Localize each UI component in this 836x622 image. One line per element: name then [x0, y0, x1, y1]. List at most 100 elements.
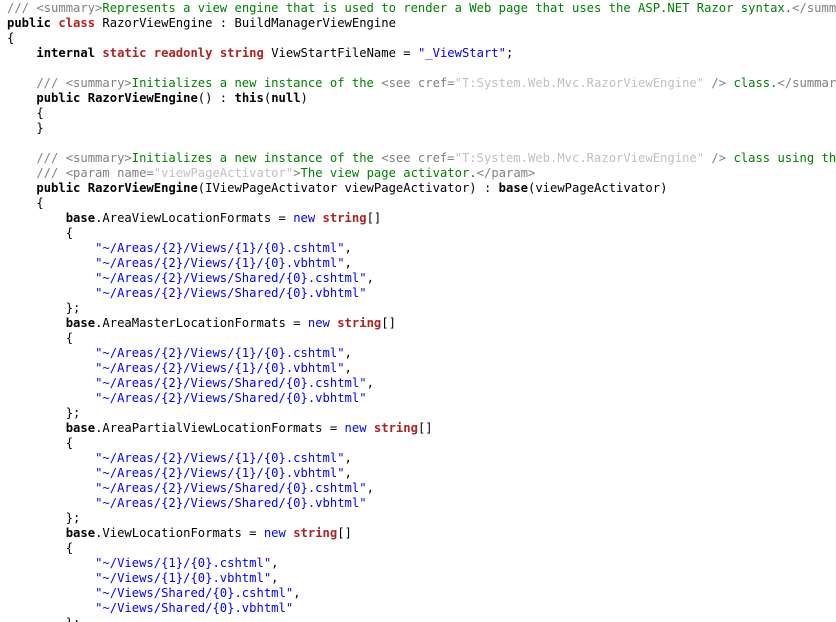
code-token: public — [7, 16, 59, 30]
code-token: new — [293, 211, 323, 225]
code-token: RazorViewEngine — [87, 181, 198, 195]
code-token: , — [271, 556, 279, 570]
code-token: , — [366, 376, 374, 390]
code-token: /> — [704, 151, 727, 165]
code-token: public — [36, 181, 88, 195]
code-line: "~/Areas/{2}/Views/Shared/{0}.vbhtml" — [7, 286, 836, 301]
code-token: { — [7, 436, 74, 450]
code-token: }; — [7, 301, 81, 315]
code-line: { — [7, 196, 836, 211]
code-token: [] — [417, 421, 433, 435]
code-line: base.AreaPartialViewLocationFormats = ne… — [7, 421, 836, 436]
code-token: "~/Areas/{2}/Views/{1}/{0}.vbhtml" — [95, 466, 345, 480]
code-token: <see cref= — [381, 76, 455, 90]
code-line: "~/Areas/{2}/Views/Shared/{0}.vbhtml" — [7, 496, 836, 511]
code-token: "~/Areas/{2}/Views/Shared/{0}.cshtml" — [95, 376, 367, 390]
code-token: Represents a view engine that is used to… — [102, 1, 793, 15]
code-token: } — [7, 121, 44, 135]
code-editor[interactable]: /// <summary>Represents a view engine th… — [0, 0, 836, 622]
code-token: "~/Views/{1}/{0}.vbhtml" — [95, 571, 272, 585]
code-line: base.AreaMasterLocationFormats = new str… — [7, 316, 836, 331]
code-token: string — [337, 316, 382, 330]
code-token: </summary> — [777, 76, 836, 90]
code-token: "~/Areas/{2}/Views/{1}/{0}.cshtml" — [95, 451, 345, 465]
code-token: , — [271, 571, 279, 585]
code-token: "~/Areas/{2}/Views/Shared/{0}.vbhtml" — [95, 496, 367, 510]
code-line: { — [7, 31, 836, 46]
code-token: string — [373, 421, 418, 435]
code-token: .AreaMasterLocationFormats = — [95, 316, 308, 330]
code-token: ViewStartFileName = — [271, 46, 418, 60]
code-token: }; — [7, 511, 81, 525]
code-token: null — [271, 91, 301, 105]
code-token: /// — [7, 151, 66, 165]
code-token: > — [293, 166, 301, 180]
code-token: "_ViewStart" — [417, 46, 506, 60]
code-line: "~/Areas/{2}/Views/Shared/{0}.cshtml", — [7, 481, 836, 496]
code-token: , — [344, 256, 352, 270]
code-token: "~/Areas/{2}/Views/{1}/{0}.cshtml" — [95, 241, 345, 255]
code-token: , — [293, 586, 301, 600]
code-token: Initializes a new instance of the — [131, 76, 382, 90]
code-line: { — [7, 436, 836, 451]
code-line: "~/Views/{1}/{0}.vbhtml", — [7, 571, 836, 586]
code-token: [] — [381, 316, 396, 330]
code-line: { — [7, 106, 836, 121]
code-token: class using the view — [733, 151, 836, 165]
code-line: public RazorViewEngine(IViewPageActivato… — [7, 181, 836, 196]
code-token: RazorViewEngine : BuildManagerViewEngine — [102, 16, 396, 30]
code-line: "~/Areas/{2}/Views/{1}/{0}.cshtml", — [7, 451, 836, 466]
code-token: [] — [337, 526, 352, 540]
code-token: (viewPageActivator) — [528, 181, 668, 195]
code-line: "~/Areas/{2}/Views/{1}/{0}.vbhtml", — [7, 361, 836, 376]
code-token: "~/Views/{1}/{0}.cshtml" — [95, 556, 272, 570]
code-line: { — [7, 331, 836, 346]
code-token: "~/Views/Shared/{0}.cshtml" — [95, 586, 294, 600]
code-line: /// <summary>Initializes a new instance … — [7, 76, 836, 91]
code-token: { — [7, 331, 74, 345]
code-line: }; — [7, 406, 836, 421]
code-token: , — [344, 451, 352, 465]
code-line: "~/Views/Shared/{0}.cshtml", — [7, 586, 836, 601]
code-token: "~/Areas/{2}/Views/Shared/{0}.vbhtml" — [95, 286, 367, 300]
code-line: base.ViewLocationFormats = new string[] — [7, 526, 836, 541]
code-token: internal — [36, 46, 103, 60]
code-token: ) — [300, 91, 308, 105]
code-token: { — [7, 196, 44, 210]
code-token: ; — [506, 46, 514, 60]
code-token: }; — [7, 616, 81, 622]
code-listing: /// <summary>Represents a view engine th… — [7, 1, 836, 622]
code-token: /// — [7, 1, 37, 15]
code-line: }; — [7, 616, 836, 622]
code-line: "~/Views/Shared/{0}.vbhtml" — [7, 601, 836, 616]
code-line: } — [7, 121, 836, 136]
code-token: , — [344, 361, 352, 375]
code-line: "~/Areas/{2}/Views/Shared/{0}.cshtml", — [7, 271, 836, 286]
code-line: /// <summary>Initializes a new instance … — [7, 151, 836, 166]
code-token: new — [307, 316, 338, 330]
code-token: RazorViewEngine — [87, 91, 198, 105]
code-token: The view page activator. — [300, 166, 477, 180]
code-token: public — [36, 91, 88, 105]
code-token: this — [234, 91, 264, 105]
code-token: "~/Areas/{2}/Views/Shared/{0}.vbhtml" — [95, 391, 367, 405]
code-token: class. — [726, 76, 778, 90]
code-line: "~/Areas/{2}/Views/{1}/{0}.cshtml", — [7, 241, 836, 256]
code-token: /// — [7, 166, 66, 180]
